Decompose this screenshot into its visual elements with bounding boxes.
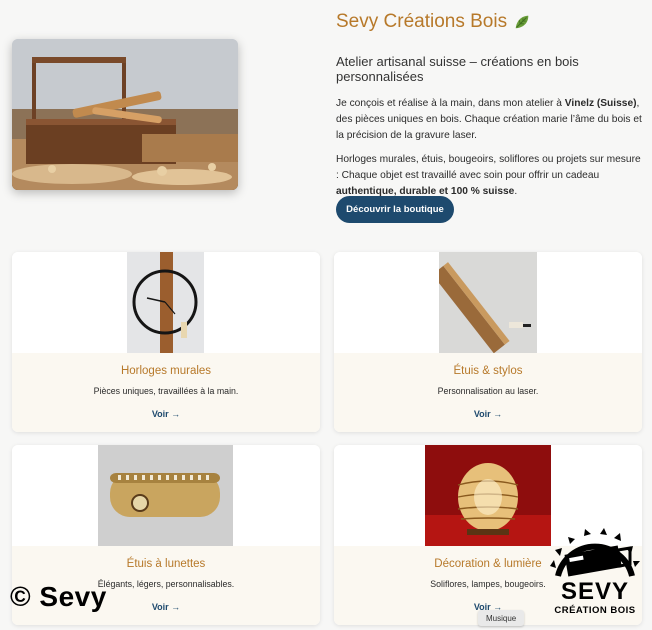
card-description: Personnalisation au laser. [437, 386, 539, 396]
card-image-area [12, 445, 320, 546]
intro-text: Je conçois et réalise à la main, dans mo… [336, 98, 565, 109]
card-title: Horloges murales [120, 365, 212, 377]
card-title: Étuis & stylos [453, 365, 523, 377]
card-body: Horloges murales Pièces uniques, travail… [12, 353, 320, 432]
brand-title: Sevy Créations Bois [336, 10, 646, 34]
pen-case-image [439, 252, 537, 353]
glasses-case-image [98, 445, 233, 546]
logo-wordmark: SEVY [560, 578, 630, 605]
discover-shop-button[interactable]: Découvrir la boutique [336, 196, 454, 223]
card-link[interactable]: Voir → [152, 409, 180, 419]
brand-name: Sevy Créations Bois [336, 11, 508, 32]
intro-paragraph: Je conçois et réalise à la main, dans mo… [336, 96, 646, 144]
products-text-end: . [514, 186, 518, 197]
copyright-watermark: © Sevy [10, 581, 107, 612]
card-body: Étuis & stylos Personnalisation au laser… [334, 353, 642, 432]
location-text: Vinelz (Suisse) [564, 98, 637, 109]
card-description: Pièces uniques, travaillées à la main. [93, 386, 239, 396]
category-card-clocks[interactable]: Horloges murales Pièces uniques, travail… [12, 252, 320, 432]
clock-image [127, 252, 204, 353]
card-image-area [334, 252, 642, 353]
music-tooltip: Musique [478, 610, 525, 626]
saw-blade-icon [550, 528, 640, 577]
category-card-pen-cases[interactable]: Étuis & stylos Personnalisation au laser… [334, 252, 642, 432]
hero-section: Sevy Créations Bois Atelier artisanal su… [0, 0, 652, 240]
brand-logo: SEVY CRÉATION BOIS [548, 528, 642, 620]
card-link[interactable]: Voir → [474, 409, 502, 419]
tagline: Atelier artisanal suisse – créations en … [336, 54, 579, 84]
card-image-area [12, 252, 320, 353]
hero-text: Sevy Créations Bois Atelier artisanal su… [336, 10, 646, 200]
products-text: Horloges murales, étuis, bougeoirs, soli… [336, 154, 641, 181]
card-link[interactable]: Voir → [152, 602, 180, 612]
logo-subtitle: CRÉATION BOIS [554, 605, 636, 616]
products-paragraph: Horloges murales, étuis, bougeoirs, soli… [336, 152, 646, 200]
hero-image-toolbox [12, 39, 238, 190]
lamp-image [425, 445, 551, 546]
leaf-icon [515, 15, 529, 29]
card-title: Étuis à lunettes [126, 558, 206, 570]
